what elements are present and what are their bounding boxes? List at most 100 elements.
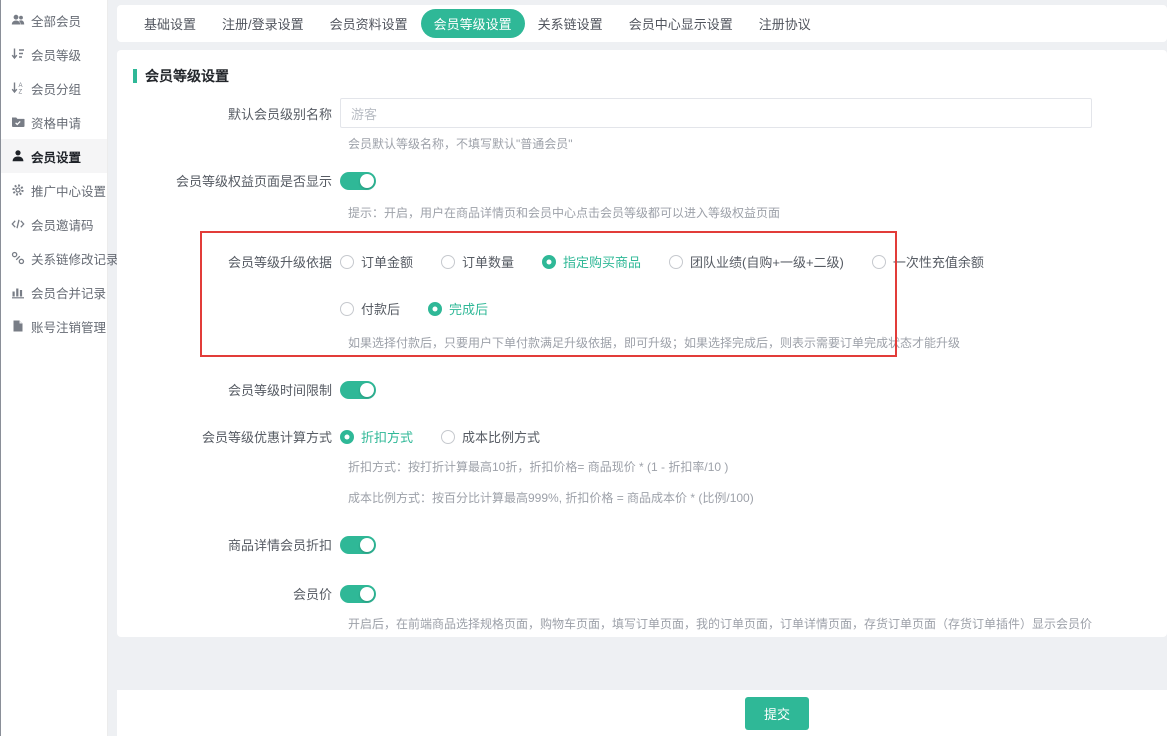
member-price-label: 会员价 [117, 584, 340, 603]
toggle-knob [360, 587, 374, 601]
default-level-name-label: 默认会员级别名称 [117, 104, 340, 123]
section-accent-bar [133, 69, 137, 83]
section-header: 会员等级设置 [117, 66, 1167, 86]
sidebar-item-label: 推广中心设置 [31, 181, 106, 200]
radio-icon [340, 255, 354, 269]
settings-tabs: 基础设置 注册/登录设置 会员资料设置 会员等级设置 关系链设置 会员中心显示设… [117, 5, 1167, 42]
radio-icon [428, 302, 442, 316]
section-title: 会员等级设置 [145, 66, 229, 86]
sidebar-item-account-cancellation[interactable]: 账号注销管理 [1, 309, 107, 343]
benefits-page-toggle[interactable] [340, 172, 376, 190]
sidebar-item-all-members[interactable]: 全部会员 [1, 3, 107, 37]
folder-check-icon [11, 115, 25, 129]
footer-bar: 提交 [117, 690, 1167, 736]
time-limit-toggle[interactable] [340, 381, 376, 399]
detail-discount-label: 商品详情会员折扣 [117, 535, 340, 554]
default-level-name-input[interactable] [340, 98, 1092, 128]
sidebar-item-member-group[interactable]: AZ 会员分组 [1, 71, 107, 105]
users-icon [11, 13, 25, 27]
sidebar-item-label: 会员等级 [31, 45, 81, 64]
sidebar-item-label: 会员设置 [31, 147, 81, 166]
app-window: 全部会员 会员等级 AZ 会员分组 资格申请 会员设置 推广中心设置 会员邀请码 [0, 0, 1167, 736]
member-price-help: 开启后，在前端商品选择规格页面，购物车页面，填写订单页面，我的订单页面，订单详情… [348, 617, 1167, 631]
radio-after-payment[interactable]: 付款后 [340, 299, 400, 318]
radio-icon [669, 255, 683, 269]
tab-register-login-settings[interactable]: 注册/登录设置 [209, 9, 317, 38]
radio-order-amount[interactable]: 订单金额 [340, 252, 413, 271]
radio-team-performance[interactable]: 团队业绩(自购+一级+二级) [669, 252, 844, 271]
benefits-page-label: 会员等级权益页面是否显示 [117, 171, 340, 190]
file-icon [11, 319, 25, 333]
sidebar: 全部会员 会员等级 AZ 会员分组 资格申请 会员设置 推广中心设置 会员邀请码 [1, 0, 108, 736]
radio-icon [340, 302, 354, 316]
tab-register-agreement[interactable]: 注册协议 [746, 9, 824, 38]
radio-after-completion[interactable]: 完成后 [428, 299, 488, 318]
svg-text:A: A [19, 83, 23, 89]
upgrade-basis-label: 会员等级升级依据 [117, 252, 340, 271]
member-price-toggle[interactable] [340, 585, 376, 603]
sidebar-item-relation-chain-log[interactable]: 关系链修改记录 [1, 241, 107, 275]
submit-button[interactable]: 提交 [745, 697, 809, 730]
user-icon [11, 149, 25, 163]
upgrade-timing-row: 付款后 完成后 [117, 299, 1167, 318]
radio-icon [872, 255, 886, 269]
detail-discount-toggle[interactable] [340, 536, 376, 554]
sidebar-item-label: 资格申请 [31, 113, 81, 132]
sidebar-item-member-level[interactable]: 会员等级 [1, 37, 107, 71]
toggle-knob [360, 383, 374, 397]
radio-order-count[interactable]: 订单数量 [441, 252, 514, 271]
tab-member-center-display-settings[interactable]: 会员中心显示设置 [616, 9, 746, 38]
member-level-settings-panel: 会员等级设置 默认会员级别名称 会员默认等级名称，不填写默认"普通会员" 会员等… [117, 50, 1167, 637]
sidebar-item-member-invite-code[interactable]: 会员邀请码 [1, 207, 107, 241]
tab-member-profile-settings[interactable]: 会员资料设置 [317, 9, 421, 38]
upgrade-basis-row: 会员等级升级依据 订单金额 订单数量 指定购买商品 团队业绩(自购+一级+二级)… [117, 252, 1167, 271]
radio-specified-goods[interactable]: 指定购买商品 [542, 252, 641, 271]
upgrade-basis-options: 订单金额 订单数量 指定购买商品 团队业绩(自购+一级+二级) 一次性充值余额 [340, 252, 1167, 271]
radio-discount-method[interactable]: 折扣方式 [340, 427, 413, 446]
benefits-page-help: 提示：开启，用户在商品详情页和会员中心点击会员等级都可以进入等级权益页面 [348, 206, 1167, 220]
main-area: 基础设置 注册/登录设置 会员资料设置 会员等级设置 关系链设置 会员中心显示设… [108, 0, 1167, 736]
svg-text:Z: Z [19, 90, 23, 96]
discount-calc-row: 会员等级优惠计算方式 折扣方式 成本比例方式 [117, 427, 1167, 446]
radio-one-time-recharge[interactable]: 一次性充值余额 [872, 252, 984, 271]
sidebar-item-member-merge-log[interactable]: 会员合并记录 [1, 275, 107, 309]
sidebar-item-label: 会员邀请码 [31, 215, 94, 234]
radio-icon [542, 255, 556, 269]
sidebar-item-member-settings[interactable]: 会员设置 [1, 139, 107, 173]
tab-basic-settings[interactable]: 基础设置 [131, 9, 209, 38]
radio-cost-ratio-method[interactable]: 成本比例方式 [441, 427, 540, 446]
time-limit-row: 会员等级时间限制 [117, 380, 1167, 399]
toggle-knob [360, 174, 374, 188]
sort-amount-icon [11, 47, 25, 61]
detail-discount-row: 商品详情会员折扣 [117, 535, 1167, 554]
bar-chart-icon [11, 285, 25, 299]
sidebar-item-promotion-center-settings[interactable]: 推广中心设置 [1, 173, 107, 207]
tab-member-level-settings[interactable]: 会员等级设置 [421, 9, 525, 38]
default-level-name-help: 会员默认等级名称，不填写默认"普通会员" [348, 137, 1167, 151]
sidebar-item-label: 全部会员 [31, 11, 81, 30]
link-icon [11, 251, 25, 265]
sidebar-item-qualification-apply[interactable]: 资格申请 [1, 105, 107, 139]
code-icon [11, 217, 25, 231]
upgrade-basis-section: 会员等级升级依据 订单金额 订单数量 指定购买商品 团队业绩(自购+一级+二级)… [117, 252, 1167, 350]
radio-icon [441, 430, 455, 444]
sidebar-item-label: 账号注销管理 [31, 317, 106, 336]
radio-icon [441, 255, 455, 269]
radio-icon [340, 430, 354, 444]
discount-method-help: 折扣方式：按打折计算最高10折，折扣价格= 商品现价 * (1 - 折扣率/10… [348, 460, 1167, 474]
background-gap [117, 637, 1167, 690]
upgrade-timing-options: 付款后 完成后 [340, 299, 1167, 318]
discount-calc-options: 折扣方式 成本比例方式 [340, 427, 1167, 446]
cost-ratio-method-help: 成本比例方式：按百分比计算最高999%, 折扣价格 = 商品成本价 * (比例/… [348, 491, 1167, 505]
upgrade-basis-help: 如果选择付款后，只要用户下单付款满足升级依据，即可升级；如果选择完成后，则表示需… [348, 336, 1167, 350]
benefits-page-row: 会员等级权益页面是否显示 [117, 171, 1167, 190]
default-level-name-row: 默认会员级别名称 [117, 98, 1167, 128]
time-limit-label: 会员等级时间限制 [117, 380, 340, 399]
sidebar-item-label: 会员分组 [31, 79, 81, 98]
discount-calc-label: 会员等级优惠计算方式 [117, 427, 340, 446]
sort-alpha-icon: AZ [11, 81, 25, 95]
toggle-knob [360, 538, 374, 552]
sidebar-item-label: 会员合并记录 [31, 283, 106, 302]
tab-relation-chain-settings[interactable]: 关系链设置 [525, 9, 616, 38]
member-price-row: 会员价 [117, 584, 1167, 603]
